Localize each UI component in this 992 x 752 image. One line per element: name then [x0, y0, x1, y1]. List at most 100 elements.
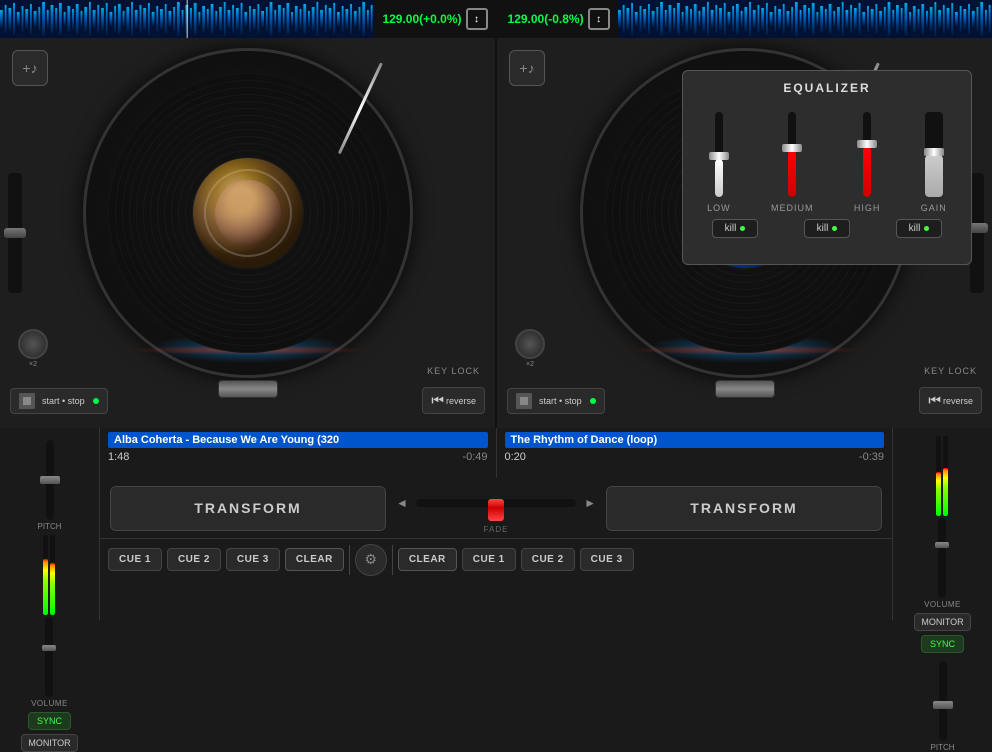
start-stop-label-left: start • stop	[42, 396, 85, 406]
eq-handle-medium[interactable]	[782, 144, 802, 152]
pitch-label-left: PITCH	[38, 522, 62, 531]
deck-right: +♪ DJ	[497, 38, 992, 428]
crossfader-handle[interactable]	[488, 499, 504, 521]
eq-kill-btn-high[interactable]: kill	[896, 219, 943, 238]
bpm-icon-label: ↕	[474, 14, 479, 25]
monitor-button-left[interactable]: MONITOR	[21, 734, 77, 752]
reverse-label-left: reverse	[446, 396, 476, 406]
cue-button-left-2[interactable]: CUE 2	[167, 548, 221, 571]
transform-button-right[interactable]: TRANSFORM	[606, 486, 882, 531]
crossfader-container: ◄ ► FADE	[396, 483, 596, 534]
cue-button-left-3[interactable]: CUE 3	[226, 548, 280, 571]
bpm-icon-right[interactable]: ↕	[588, 8, 610, 30]
tonearm-line-left	[337, 62, 382, 154]
eq-track-high[interactable]	[863, 112, 871, 197]
eq-kill-btn-medium[interactable]: kill	[804, 219, 851, 238]
clear-button-left[interactable]: CLEAR	[285, 548, 344, 571]
eq-kill-dot-medium	[832, 226, 837, 231]
play-status-dot-right	[590, 398, 596, 404]
volume-fader-track-left[interactable]	[45, 617, 53, 697]
sync-button-right[interactable]: SYNC	[921, 635, 964, 653]
meter-left-2	[50, 535, 55, 615]
track-time-neg-right: -0:39	[859, 451, 884, 463]
eq-track-low[interactable]	[715, 112, 723, 197]
eq-fill-gain	[925, 155, 943, 198]
eq-handle-low[interactable]	[709, 152, 729, 160]
transform-row: TRANSFORM ◄ ► FADE TRANSFORM	[100, 478, 892, 538]
eq-handle-gain[interactable]	[924, 148, 944, 156]
meter-right-1	[936, 436, 941, 516]
crossfader-arrow-right[interactable]: ►	[584, 496, 596, 510]
right-controls-panel: VOLUME MONITOR SYNC PITCH	[892, 428, 992, 620]
record-label-left	[193, 158, 303, 268]
bpm-display-right: 129.00(-0.8%) ↕	[500, 8, 618, 30]
pitch-fader-handle-right[interactable]	[933, 701, 953, 709]
pitch-fader-track-left[interactable]	[46, 440, 54, 520]
record-photo-left	[193, 158, 303, 268]
pitch-fader-handle-left[interactable]	[40, 476, 60, 484]
level-meters-left	[43, 535, 55, 615]
reverse-button-right[interactable]: ⏮ reverse	[919, 387, 982, 414]
add-music-icon-right: +♪	[519, 60, 534, 76]
settings-icon: ⚙	[365, 551, 378, 568]
cue-button-right-3[interactable]: CUE 3	[580, 548, 634, 571]
pitch-fader-track-right[interactable]	[939, 661, 947, 741]
eq-track-medium[interactable]	[788, 112, 796, 197]
add-music-button-right[interactable]: +♪	[509, 50, 545, 86]
eq-slider-gain: GAIN	[921, 112, 947, 213]
track-time-left: 1:48	[108, 451, 129, 463]
bpm-display-left: 129.00(+0.0%) ↕	[374, 8, 495, 30]
reverse-button-left[interactable]: ⏮ reverse	[422, 387, 485, 414]
transform-button-left[interactable]: TRANSFORM	[110, 486, 386, 531]
eq-kill-row: kill kill kill	[693, 219, 961, 238]
start-stop-button-right[interactable]: start • stop	[507, 388, 605, 414]
pitch-knob-left[interactable]: ×2	[18, 329, 48, 368]
pitch-fader-left: PITCH	[38, 440, 62, 531]
cue-row: CUE 1 CUE 2 CUE 3 CLEAR ⚙ CLEAR CUE	[100, 538, 892, 580]
track-name-left: Alba Coherta - Because We Are Young (320	[108, 432, 488, 448]
volume-fader-track-right[interactable]	[938, 518, 946, 598]
add-music-icon-left: +♪	[22, 60, 37, 76]
clear-button-right[interactable]: CLEAR	[398, 548, 457, 571]
eq-slider-low: LOW	[707, 112, 731, 213]
turntable-left	[83, 48, 413, 378]
add-music-button-left[interactable]: +♪	[12, 50, 48, 86]
eq-track-gain[interactable]	[925, 112, 943, 197]
volume-fader-handle-right[interactable]	[935, 542, 949, 548]
settings-button[interactable]: ⚙	[355, 544, 387, 576]
pitch-knob-right[interactable]: ×2	[515, 329, 545, 368]
pitch-slider-right[interactable]	[970, 173, 984, 293]
volume-fader-handle-left[interactable]	[42, 645, 56, 651]
track-time-row-right: 0:20 -0:39	[505, 451, 885, 463]
eq-handle-high[interactable]	[857, 140, 877, 148]
crossfader-track[interactable]	[416, 499, 576, 507]
waveform-right	[618, 0, 992, 38]
deck-controls-right: start • stop ⏮ reverse	[497, 373, 992, 428]
eq-kill-btn-low[interactable]: kill	[712, 219, 759, 238]
eq-label-low: LOW	[707, 203, 731, 213]
pitch-slider-handle-left[interactable]	[4, 228, 26, 238]
monitor-button-right[interactable]: MONITOR	[914, 613, 970, 631]
crossfader-arrow-left[interactable]: ◄	[396, 496, 408, 510]
eq-fill-low	[715, 159, 723, 197]
volume-label-left: VOLUME	[31, 699, 68, 708]
eq-slider-high: HIGH	[854, 112, 881, 213]
track-name-right: The Rhythm of Dance (loop)	[505, 432, 885, 448]
center-mixer: Alba Coherta - Because We Are Young (320…	[100, 428, 892, 620]
meter-right-2	[943, 436, 948, 516]
bpm-icon-left[interactable]: ↕	[466, 8, 488, 30]
pitch-label-right: PITCH	[931, 743, 955, 752]
volume-fader-left: VOLUME	[31, 535, 68, 708]
cue-button-right-2[interactable]: CUE 2	[521, 548, 575, 571]
cue-button-right-1[interactable]: CUE 1	[462, 548, 516, 571]
eq-slider-medium: MEDIUM	[771, 112, 814, 213]
eq-kill-label-medium: kill	[817, 223, 829, 234]
pitch-slider-left[interactable]	[8, 173, 22, 293]
track-time-row-left: 1:48 -0:49	[108, 451, 488, 463]
cue-button-left-1[interactable]: CUE 1	[108, 548, 162, 571]
deck-left: +♪	[0, 38, 497, 428]
sync-button-left[interactable]: SYNC	[28, 712, 71, 730]
track-time-neg-left: -0:49	[462, 451, 487, 463]
cue-divider-2	[392, 545, 393, 575]
start-stop-button-left[interactable]: start • stop	[10, 388, 108, 414]
